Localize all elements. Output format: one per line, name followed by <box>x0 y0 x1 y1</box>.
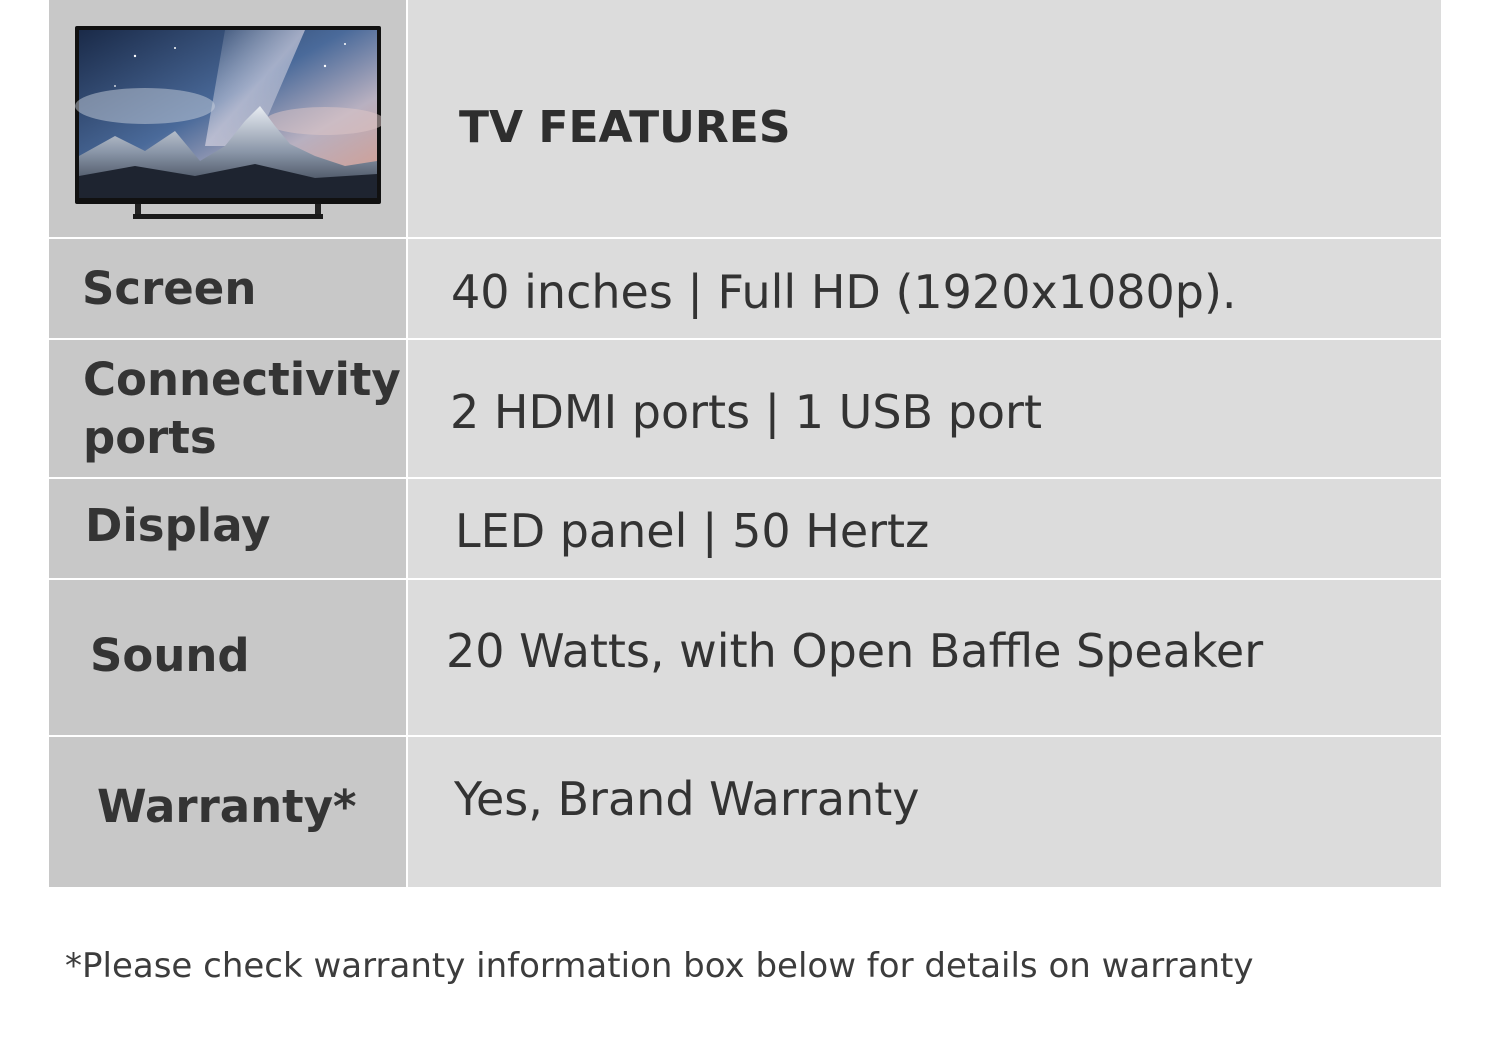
spec-label-sound: Sound <box>90 629 250 682</box>
spec-label-cell: Display <box>49 479 406 578</box>
tv-product-image <box>75 26 381 219</box>
spec-label-cell: Screen <box>49 239 406 338</box>
spec-label-warranty: Warranty* <box>97 780 357 833</box>
spec-label-display: Display <box>85 499 271 552</box>
spec-row-screen: Screen 40 inches | Full HD (1920x1080p). <box>49 239 1441 338</box>
spec-value-cell: 2 HDMI ports | 1 USB port <box>408 340 1441 477</box>
spec-table: TV FEATURES Screen 40 inches | Full HD (… <box>49 0 1441 887</box>
spec-label-cell: Connectivity ports <box>49 340 406 477</box>
spec-row-connectivity: Connectivity ports 2 HDMI ports | 1 USB … <box>49 340 1441 477</box>
spec-value-cell: 20 Watts, with Open Baffle Speaker <box>408 580 1441 735</box>
spec-value-warranty: Yes, Brand Warranty <box>454 772 920 826</box>
spec-value-screen: 40 inches | Full HD (1920x1080p). <box>451 265 1237 319</box>
header-title: TV FEATURES <box>459 102 791 153</box>
spec-label-cell: Warranty* <box>49 737 406 887</box>
spec-label-connectivity-line1: Connectivity <box>83 353 401 406</box>
spec-label-connectivity-line2: ports <box>83 411 217 464</box>
spec-value-display: LED panel | 50 Hertz <box>455 504 930 558</box>
spec-row-warranty: Warranty* Yes, Brand Warranty <box>49 737 1441 887</box>
spec-label-screen: Screen <box>82 262 257 315</box>
spec-value-cell: LED panel | 50 Hertz <box>408 479 1441 578</box>
header-row: TV FEATURES <box>49 0 1441 237</box>
spec-value-connectivity: 2 HDMI ports | 1 USB port <box>450 385 1043 439</box>
spec-value-cell: Yes, Brand Warranty <box>408 737 1441 887</box>
spec-row-display: Display LED panel | 50 Hertz <box>49 479 1441 578</box>
tv-image-cell <box>49 0 406 237</box>
spec-label-cell: Sound <box>49 580 406 735</box>
warranty-footnote: *Please check warranty information box b… <box>65 946 1254 986</box>
header-title-cell: TV FEATURES <box>408 0 1441 237</box>
spec-row-sound: Sound 20 Watts, with Open Baffle Speaker <box>49 580 1441 735</box>
spec-value-sound: 20 Watts, with Open Baffle Speaker <box>446 624 1264 678</box>
spec-value-cell: 40 inches | Full HD (1920x1080p). <box>408 239 1441 338</box>
